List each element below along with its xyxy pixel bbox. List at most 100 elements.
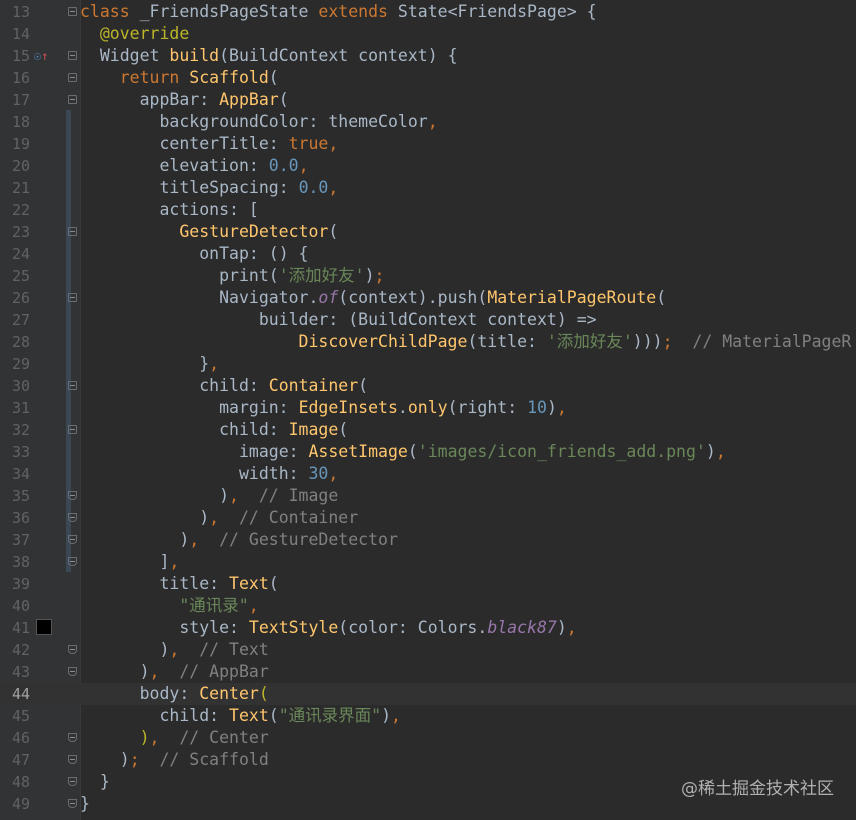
- fold-toggle-icon[interactable]: [68, 95, 77, 104]
- code-text: return Scaffold(: [119, 68, 279, 87]
- fold-toggle-icon[interactable]: [68, 227, 77, 236]
- line-number: 30: [11, 377, 30, 395]
- code-line[interactable]: 29 },: [0, 353, 856, 375]
- code-line[interactable]: 28 DiscoverChildPage(title: '添加好友'))); /…: [0, 331, 856, 353]
- line-number: 13: [11, 3, 30, 21]
- code-line[interactable]: 26 Navigator.of(context).push(MaterialPa…: [0, 287, 856, 309]
- code-line[interactable]: 15 ☉↑ Widget build(BuildContext context) …: [0, 45, 856, 67]
- fold-toggle-icon[interactable]: [68, 293, 77, 302]
- line-number: 47: [11, 751, 30, 769]
- line-number: 22: [11, 201, 30, 219]
- code-line[interactable]: 45 child: Text("通讯录界面"),: [0, 705, 856, 727]
- line-number: 31: [11, 399, 30, 417]
- line-number: 24: [11, 245, 30, 263]
- code-editor[interactable]: 13 class _FriendsPageState extends State<…: [0, 0, 856, 820]
- line-number: 34: [11, 465, 30, 483]
- line-number: 25: [11, 267, 30, 285]
- code-text: }: [99, 772, 110, 791]
- code-text: Navigator.of(context).push(MaterialPageR…: [219, 288, 667, 307]
- code-line[interactable]: 40 "通讯录",: [0, 595, 856, 617]
- code-line[interactable]: 14 @override: [0, 23, 856, 45]
- color-swatch-icon[interactable]: [36, 619, 52, 635]
- line-number: 35: [11, 487, 30, 505]
- code-line[interactable]: 36 ), // Container: [0, 507, 856, 529]
- code-text: class _FriendsPageState extends State<Fr…: [80, 2, 597, 21]
- code-line[interactable]: 21 titleSpacing: 0.0,: [0, 177, 856, 199]
- fold-toggle-icon[interactable]: [68, 557, 77, 566]
- line-number: 28: [11, 333, 30, 351]
- code-line[interactable]: 24 onTap: () {: [0, 243, 856, 265]
- code-line[interactable]: 37 ), // GestureDetector: [0, 529, 856, 551]
- line-number: 33: [11, 443, 30, 461]
- code-line[interactable]: 42 ), // Text: [0, 639, 856, 661]
- line-number: 45: [11, 707, 30, 725]
- code-text: ],: [159, 552, 180, 571]
- line-number: 20: [11, 157, 30, 175]
- code-line[interactable]: 31 margin: EdgeInsets.only(right: 10),: [0, 397, 856, 419]
- fold-toggle-icon[interactable]: [68, 535, 77, 544]
- code-line[interactable]: 32 child: Image(: [0, 419, 856, 441]
- line-number: 17: [11, 91, 30, 109]
- code-line[interactable]: 41 style: TextStyle(color: Colors.black8…: [0, 617, 856, 639]
- code-line[interactable]: 33 image: AssetImage('images/icon_friend…: [0, 441, 856, 463]
- code-text: @override: [99, 24, 190, 43]
- line-number: 43: [11, 663, 30, 681]
- code-line[interactable]: 35 ), // Image: [0, 485, 856, 507]
- code-line[interactable]: 13 class _FriendsPageState extends State<…: [0, 1, 856, 23]
- code-text: }: [80, 794, 90, 813]
- fold-toggle-icon[interactable]: [68, 799, 77, 808]
- code-text: Widget build(BuildContext context) {: [99, 46, 458, 65]
- fold-toggle-icon[interactable]: [68, 7, 77, 16]
- code-text: actions: [: [159, 200, 259, 219]
- code-text: builder: (BuildContext context) =>: [258, 310, 597, 329]
- code-line[interactable]: 38 ],: [0, 551, 856, 573]
- code-line[interactable]: 18 backgroundColor: themeColor,: [0, 111, 856, 133]
- code-text: margin: EdgeInsets.only(right: 10),: [219, 398, 567, 417]
- code-line[interactable]: 23 GestureDetector(: [0, 221, 856, 243]
- code-line[interactable]: 27 builder: (BuildContext context) =>: [0, 309, 856, 331]
- code-line[interactable]: 25 print('添加好友');: [0, 265, 856, 287]
- code-text: child: Text("通讯录界面"),: [159, 706, 401, 725]
- code-line[interactable]: 39 title: Text(: [0, 573, 856, 595]
- fold-toggle-icon[interactable]: [68, 491, 77, 500]
- code-text: ), // AppBar: [139, 662, 269, 681]
- code-line[interactable]: 20 elevation: 0.0,: [0, 155, 856, 177]
- line-number: 18: [11, 113, 30, 131]
- fold-toggle-icon[interactable]: [68, 733, 77, 742]
- code-text: child: Container(: [199, 376, 369, 395]
- fold-toggle-icon[interactable]: [68, 73, 77, 82]
- line-number: 15: [11, 47, 30, 65]
- code-line[interactable]: 44 body: Center(: [0, 683, 856, 705]
- line-number: 36: [11, 509, 30, 527]
- fold-toggle-icon[interactable]: [68, 381, 77, 390]
- code-line[interactable]: 17 appBar: AppBar(: [0, 89, 856, 111]
- code-text: ), // GestureDetector: [179, 530, 398, 549]
- code-line[interactable]: 47 ); // Scaffold: [0, 749, 856, 771]
- code-line[interactable]: 30 child: Container(: [0, 375, 856, 397]
- code-line[interactable]: 43 ), // AppBar: [0, 661, 856, 683]
- fold-toggle-icon[interactable]: [68, 667, 77, 676]
- line-number: 32: [11, 421, 30, 439]
- code-line[interactable]: 22 actions: [: [0, 199, 856, 221]
- code-text: },: [199, 354, 220, 373]
- code-text: onTap: () {: [199, 244, 309, 263]
- code-line[interactable]: 34 width: 30,: [0, 463, 856, 485]
- fold-toggle-icon[interactable]: [68, 777, 77, 786]
- fold-toggle-icon[interactable]: [68, 645, 77, 654]
- code-text: centerTitle: true,: [159, 134, 339, 153]
- fold-toggle-icon[interactable]: [68, 513, 77, 522]
- override-method-icon[interactable]: ☉↑: [34, 49, 50, 63]
- code-line[interactable]: 46 ), // Center: [0, 727, 856, 749]
- fold-toggle-icon[interactable]: [68, 755, 77, 764]
- code-text: ); // Scaffold: [119, 750, 269, 769]
- watermark: @稀土掘金技术社区: [681, 779, 834, 799]
- fold-toggle-icon[interactable]: [68, 425, 77, 434]
- code-text: ), // Image: [219, 486, 339, 505]
- fold-toggle-icon[interactable]: [68, 51, 77, 60]
- line-number: 38: [11, 553, 30, 571]
- code-line[interactable]: 19 centerTitle: true,: [0, 133, 856, 155]
- code-line[interactable]: 16 return Scaffold(: [0, 67, 856, 89]
- code-text: titleSpacing: 0.0,: [159, 178, 339, 197]
- code-text: GestureDetector(: [179, 222, 339, 241]
- code-text: appBar: AppBar(: [139, 90, 289, 109]
